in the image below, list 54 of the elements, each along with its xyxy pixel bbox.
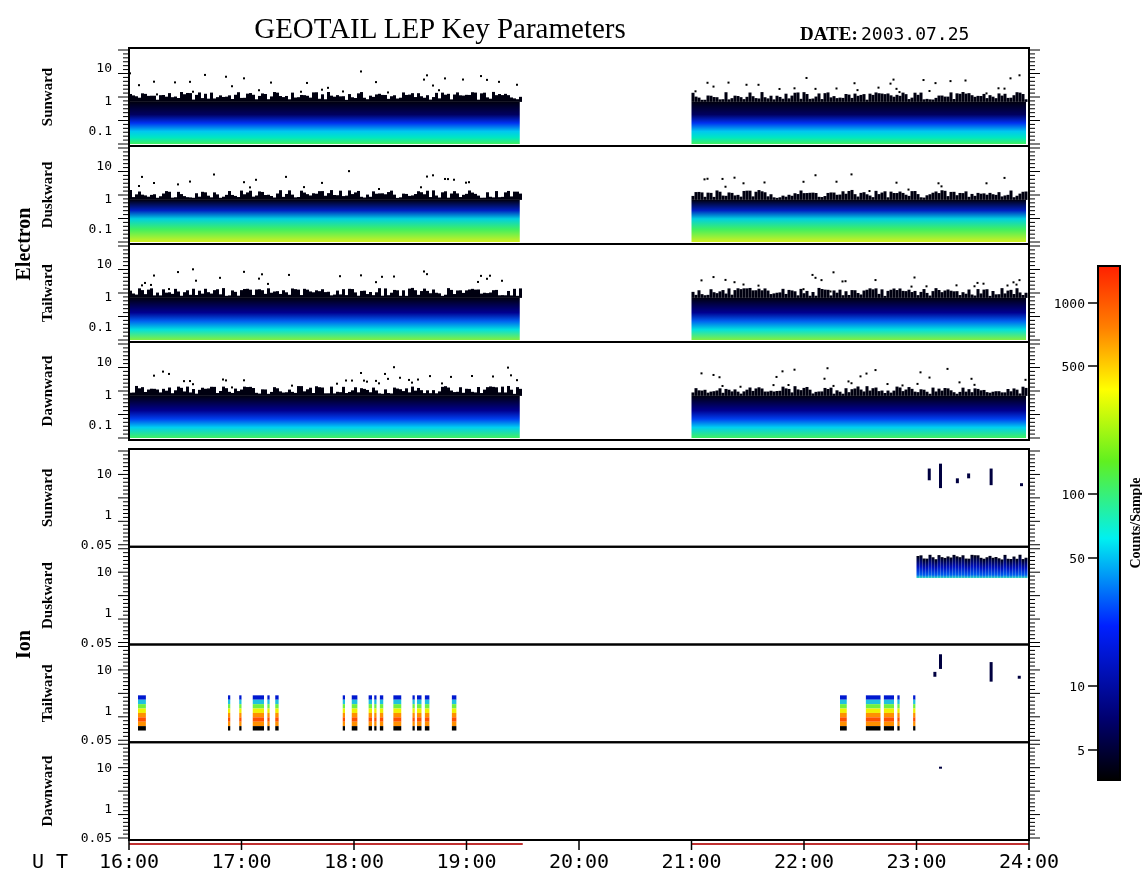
time-tick-label: 16:00 bbox=[98, 849, 160, 873]
y-tick-label: 10 bbox=[96, 353, 112, 369]
direction-label: Dawnward bbox=[39, 355, 55, 427]
y-tick-label: 1 bbox=[104, 507, 112, 523]
time-tick-label: 18:00 bbox=[323, 849, 385, 873]
direction-label: Duskward bbox=[39, 161, 55, 229]
y-tick-label: 0.05 bbox=[80, 634, 112, 650]
y-tick-label: 0.05 bbox=[80, 536, 112, 552]
time-tick-label: 23:00 bbox=[886, 849, 947, 873]
y-tick-label: 1 bbox=[104, 800, 112, 816]
y-tick-label: 0.1 bbox=[88, 417, 112, 433]
colorbar-tick-label: 50 bbox=[1069, 551, 1085, 566]
y-tick-label: 1 bbox=[104, 288, 112, 304]
y-tick-label: 0.1 bbox=[88, 123, 112, 139]
y-tick-label: 10 bbox=[96, 759, 112, 775]
time-tick-label: 17:00 bbox=[211, 849, 272, 873]
time-tick-label: 19:00 bbox=[436, 849, 497, 873]
direction-label: Sunward bbox=[39, 468, 55, 528]
chart-title: GEOTAIL LEP Key Parameters bbox=[254, 12, 626, 44]
date-value: 2003.07.25 bbox=[861, 23, 970, 44]
spectrogram-drawing bbox=[939, 766, 942, 769]
y-tick-label: 10 bbox=[96, 255, 112, 271]
y-tick-label: 1 bbox=[104, 92, 112, 108]
y-tick-label: 0.1 bbox=[88, 221, 112, 237]
y-tick-label: 0.05 bbox=[80, 830, 112, 846]
direction-label: Sunward bbox=[39, 67, 55, 127]
y-tick-label: 10 bbox=[96, 157, 112, 173]
colorbar-tick-label: 100 bbox=[1061, 487, 1085, 502]
y-tick-label: 0.1 bbox=[88, 319, 112, 335]
time-tick-label: 20:00 bbox=[548, 849, 610, 873]
y-tick-label: 10 bbox=[96, 564, 112, 580]
y-tick-label: 0.05 bbox=[80, 732, 112, 748]
time-tick-label: 24:00 bbox=[998, 849, 1060, 873]
colorbar-tick-label: 1000 bbox=[1053, 296, 1085, 311]
y-tick-label: 10 bbox=[96, 59, 112, 75]
colorbar-tick-label: 500 bbox=[1061, 359, 1085, 374]
y-tick-label: 10 bbox=[96, 466, 112, 482]
y-tick-label: 10 bbox=[96, 661, 112, 677]
y-tick-label: 1 bbox=[104, 386, 112, 402]
species-label: Ion bbox=[12, 630, 34, 659]
axis-label: U T bbox=[32, 849, 69, 873]
time-tick-label: 21:00 bbox=[661, 849, 722, 873]
direction-label: Tailward bbox=[39, 264, 55, 322]
species-label: Electron bbox=[12, 207, 34, 281]
direction-label: Tailward bbox=[39, 664, 55, 723]
y-tick-label: 1 bbox=[104, 605, 112, 621]
y-tick-label: 1 bbox=[104, 190, 112, 206]
direction-label: Dawnward bbox=[39, 755, 55, 827]
time-tick-label: 22:00 bbox=[773, 849, 835, 873]
colorbar-tick-label: 5 bbox=[1077, 743, 1085, 758]
direction-label: Duskward bbox=[39, 562, 55, 629]
y-tick-label: 1 bbox=[104, 703, 112, 718]
date-label: DATE: bbox=[800, 23, 858, 44]
colorbar-tick-label: 10 bbox=[1069, 679, 1085, 694]
